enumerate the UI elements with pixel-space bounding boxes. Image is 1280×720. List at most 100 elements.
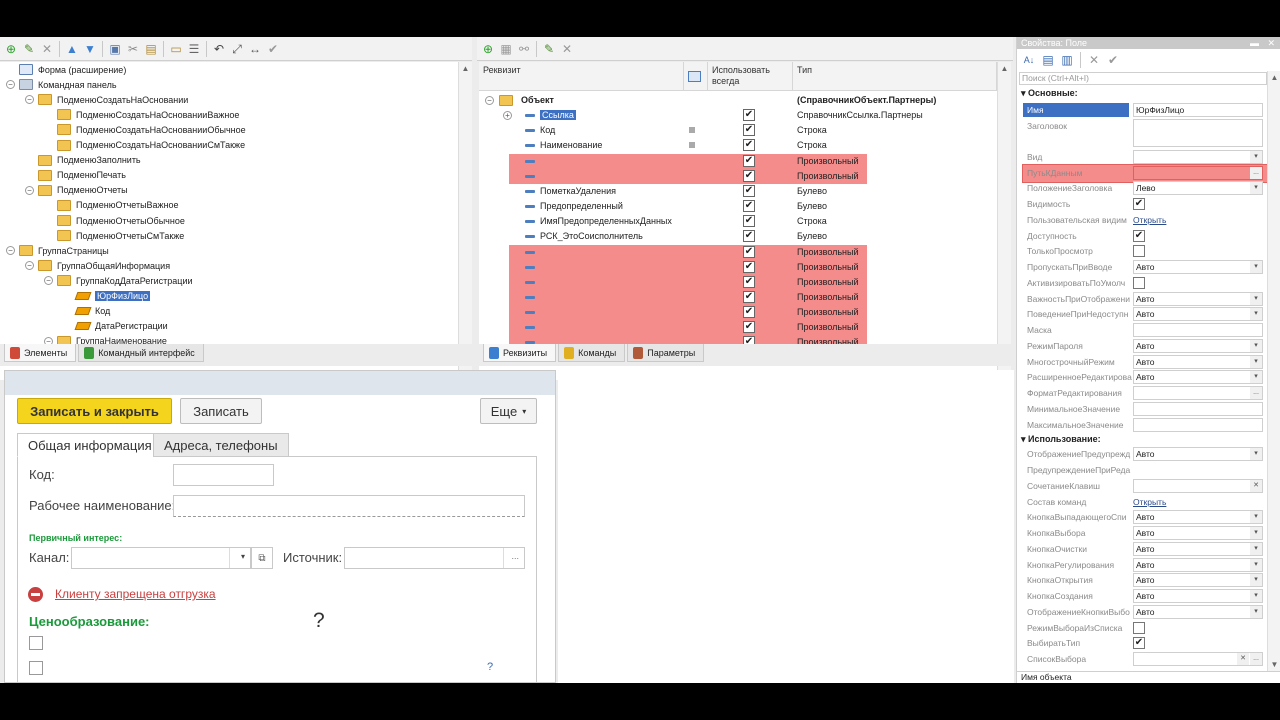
property-row[interactable]: Состав команд Открыть — [1017, 495, 1267, 511]
ellipsis-icon[interactable]: ... — [1250, 387, 1262, 399]
use-always-checkbox[interactable]: ✔ — [743, 109, 755, 122]
property-row[interactable]: ПредупреждениеПриРеда — [1017, 463, 1267, 479]
help-question-icon[interactable]: ? — [487, 661, 493, 673]
properties-scrollbar[interactable]: ▲ ▼ — [1267, 71, 1280, 671]
tab-attributes[interactable]: Реквизиты — [483, 344, 557, 362]
table-icon[interactable]: ▦ — [498, 41, 514, 57]
property-row[interactable]: ПутьКДанным... — [1017, 165, 1267, 182]
property-row[interactable]: КнопкаОткрытия Авто ▾ — [1017, 573, 1267, 589]
use-always-checkbox[interactable]: ✔ — [743, 200, 755, 213]
chevron-down-icon[interactable]: ▾ — [1250, 308, 1262, 321]
table-row[interactable]: Наименование ✔ Строка — [479, 138, 997, 153]
tree-item[interactable]: ПодменюОтчетыСмТакже — [44, 228, 184, 243]
property-checkbox[interactable] — [1133, 621, 1145, 634]
expand-icon[interactable]: − — [6, 80, 15, 90]
chevron-down-icon[interactable]: ▾ — [1250, 448, 1262, 461]
tab-command-interface[interactable]: Командный интерфейс — [78, 344, 204, 362]
window-icon[interactable]: ▣ — [107, 41, 123, 57]
tree-item[interactable]: ПодменюОтчетыОбычное — [44, 213, 185, 228]
paste-icon[interactable]: ▤ — [143, 41, 159, 57]
cut-icon[interactable]: ✂ — [125, 41, 141, 57]
tab-general-info[interactable]: Общая информация — [17, 433, 163, 457]
property-row[interactable]: КнопкаВыбора Авто ▾ — [1017, 526, 1267, 542]
property-row[interactable]: РежимВыбораИзСписка — [1017, 621, 1267, 637]
use-always-checkbox[interactable]: ✔ — [743, 245, 755, 258]
sort-az-icon[interactable]: A↓ — [1021, 52, 1037, 68]
source-select[interactable]: ... — [344, 547, 525, 569]
clear-icon[interactable]: ✕ — [1250, 479, 1262, 492]
property-checkbox[interactable]: ✔ — [1133, 637, 1145, 650]
property-checkbox[interactable]: ✔ — [1133, 198, 1145, 210]
property-value[interactable]: Авто ▾ — [1133, 573, 1263, 588]
table-row[interactable]: ✔ Произвольный — [479, 320, 997, 335]
use-always-checkbox[interactable]: ✔ — [743, 260, 755, 273]
property-row[interactable]: МинимальноеЗначение — [1017, 401, 1267, 418]
property-row[interactable]: АктивизироватьПоУмолч — [1017, 276, 1267, 292]
use-always-checkbox[interactable]: ✔ — [743, 169, 755, 182]
property-value[interactable]: Авто ▾ — [1133, 557, 1263, 572]
stretch-icon[interactable]: ↔ — [247, 41, 263, 57]
property-value[interactable]: ▾ — [1133, 149, 1263, 164]
tab-elements[interactable]: Элементы — [4, 344, 77, 362]
property-value[interactable]: Авто ▾ — [1133, 307, 1263, 322]
move-up-icon[interactable]: ▲ — [64, 41, 80, 57]
header-type[interactable]: Тип — [793, 62, 997, 91]
tree-item[interactable]: − ПодменюСоздатьНаОсновании — [25, 92, 188, 107]
property-value[interactable]: ✕ — [1133, 478, 1263, 493]
property-row[interactable]: ФорматРедактирования... — [1017, 386, 1267, 402]
property-row[interactable]: ВыбиратьТип ✔ — [1017, 636, 1267, 652]
use-always-checkbox[interactable]: ✔ — [743, 290, 755, 303]
tree-item[interactable]: ПодменюСоздатьНаОснованииОбычное — [44, 122, 246, 137]
layout-icon[interactable]: ▭ — [168, 41, 184, 57]
undo-icon[interactable]: ↶ — [211, 41, 227, 57]
expand-icon[interactable]: − — [6, 246, 15, 256]
property-row[interactable]: КнопкаОчистки Авто ▾ — [1017, 541, 1267, 558]
property-row[interactable]: КнопкаСоздания Авто ▾ — [1017, 589, 1267, 605]
chevron-down-icon[interactable]: ▾ — [1250, 605, 1262, 618]
property-value[interactable]: Лево ▾ — [1133, 181, 1263, 196]
more-button[interactable]: Еще ▾ — [480, 398, 537, 424]
minimize-icon[interactable]: ▬ — [1250, 37, 1259, 49]
add-attribute-icon[interactable]: ⊕ — [480, 41, 496, 57]
property-value[interactable]: Авто ▾ — [1133, 260, 1263, 274]
clear-icon[interactable]: ✕ — [1086, 52, 1102, 68]
property-value[interactable]: ЮрФизЛицо — [1133, 103, 1263, 117]
table-row[interactable]: ПометкаУдаления ✔ Булево — [479, 184, 997, 199]
header-use-always[interactable]: Использовать всегда — [708, 62, 793, 91]
property-value[interactable]: ... ✕ — [1133, 652, 1263, 666]
link-icon[interactable]: ⚯ — [516, 41, 532, 57]
tree-item[interactable]: − ГруппаКодДатаРегистрации — [44, 273, 193, 288]
chevron-down-icon[interactable]: ▾ — [1250, 371, 1262, 384]
delete-attribute-icon[interactable]: ✕ — [559, 41, 575, 57]
chevron-down-icon[interactable]: ▾ — [1250, 292, 1262, 305]
table-row[interactable]: ✔ Произвольный — [479, 290, 997, 305]
table-row[interactable]: ✔ Произвольный — [479, 275, 997, 290]
use-always-checkbox[interactable]: ✔ — [743, 124, 755, 137]
tree-item[interactable]: Код — [63, 304, 110, 319]
property-value[interactable] — [1133, 401, 1263, 416]
ellipsis-icon[interactable]: ... — [1250, 653, 1262, 665]
tree-item[interactable]: ПодменюСоздатьНаОснованииВажное — [44, 107, 239, 122]
save-button[interactable]: Записать — [180, 398, 262, 424]
section-main[interactable]: ▾ Основные: — [1021, 88, 1078, 99]
tree-item[interactable]: − ПодменюОтчеты — [25, 183, 128, 198]
tree-item[interactable]: ЮрФизЛицо — [63, 289, 151, 304]
property-row[interactable]: КнопкаВыпадающегоСпи Авто ▾ — [1017, 510, 1267, 526]
property-value[interactable]: Авто ▾ — [1133, 589, 1263, 603]
section-use[interactable]: ▾ Использование: — [1021, 434, 1101, 445]
ellipsis-icon[interactable]: ... — [1250, 166, 1262, 179]
work-name-input[interactable] — [173, 495, 525, 517]
use-always-checkbox[interactable]: ✔ — [743, 154, 755, 167]
property-row[interactable]: МаксимальноеЗначение — [1017, 417, 1267, 434]
property-row[interactable]: РасширенноеРедактирова Авто ▾ — [1017, 370, 1267, 386]
chevron-down-icon[interactable]: ▾ — [1250, 355, 1262, 368]
property-row[interactable]: ПропускатьПриВводе Авто ▾ — [1017, 260, 1267, 276]
property-row[interactable]: МногострочныйРежим Авто ▾ — [1017, 354, 1267, 371]
shipment-ban-link[interactable]: Клиенту запрещена отгрузка — [55, 587, 216, 601]
property-row[interactable]: Имя ЮрФизЛицо — [1017, 103, 1267, 119]
table-row[interactable]: РСК_ЭтоСоисполнитель ✔ Булево — [479, 229, 997, 244]
expand-icon[interactable]: − — [44, 276, 53, 286]
table-row[interactable]: ✔ Произвольный — [479, 154, 997, 169]
property-value[interactable] — [1133, 417, 1263, 432]
tree-item[interactable]: ПодменюПечать — [25, 168, 126, 183]
